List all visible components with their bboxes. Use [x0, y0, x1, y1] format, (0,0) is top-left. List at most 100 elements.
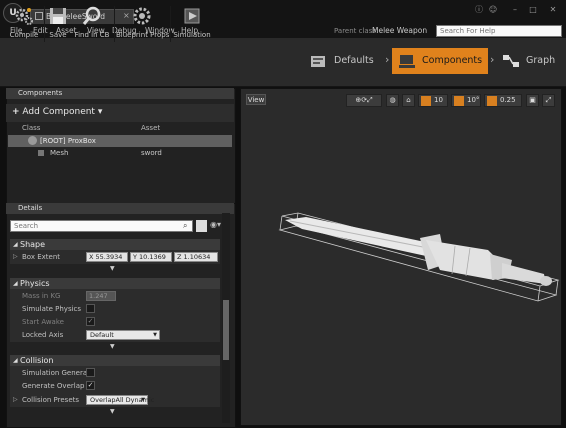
locked-axis-dropdown[interactable]: Default ▼: [86, 330, 160, 340]
component-row-root[interactable]: [ROOT] ProxBox: [8, 135, 232, 147]
search-magnifier-icon: ⌕: [183, 221, 188, 230]
compile-button[interactable]: Compile: [6, 4, 42, 44]
toolbar-divider: [44, 6, 45, 42]
simulation-label: Simulation: [173, 31, 211, 39]
box-extent-y-field[interactable]: Y 10.1369: [130, 252, 172, 262]
find-in-cb-button[interactable]: Find in CB: [72, 4, 112, 44]
prop-generate-overlap: Generate Overlap E ✓: [10, 379, 220, 393]
mass-field: 1.247: [86, 291, 116, 301]
simulate-physics-label: Simulate Physics: [22, 305, 82, 313]
category-shape[interactable]: ◢ Shape: [10, 239, 220, 250]
expand-triangle-icon[interactable]: ▷: [13, 253, 18, 260]
simulation-button[interactable]: Simulation: [172, 4, 212, 44]
advanced-expander-icon[interactable]: ▼: [110, 343, 115, 350]
root-component-label: [ROOT] ProxBox: [40, 137, 96, 145]
details-tab-label: Details: [18, 204, 43, 212]
compile-gears-icon: [15, 8, 33, 25]
add-component-button[interactable]: + Add Component ▾: [6, 104, 234, 122]
dropdown-arrow-icon: ▼: [141, 397, 145, 403]
component-row-mesh[interactable]: Mesh sword: [8, 148, 232, 159]
minimize-icon[interactable]: –: [510, 5, 520, 15]
components-tab-label: Components: [18, 89, 63, 97]
dropdown-arrow-icon: ▼: [153, 332, 157, 338]
mesh-asset-label: sword: [141, 149, 162, 157]
simulation-icon: [184, 8, 200, 24]
magnifier-icon: [82, 6, 101, 25]
mode-defaults[interactable]: Defaults: [304, 48, 384, 74]
collision-presets-dropdown[interactable]: OverlapAll Dynamic ▼: [86, 395, 154, 405]
collapse-triangle-icon: ◢: [13, 241, 18, 248]
parent-class-link[interactable]: Melee Weapon: [372, 26, 427, 35]
details-scrollbar-thumb[interactable]: [223, 300, 229, 360]
mesh-component-icon: [38, 150, 44, 156]
prop-sim-generates-hit: Simulation Generat: [10, 366, 220, 380]
col-header-asset: Asset: [141, 124, 161, 132]
collision-presets-label: Collision Presets: [22, 396, 80, 404]
box-extent-z-field[interactable]: Z 1.10634: [174, 252, 218, 262]
find-in-cb-label: Find in CB: [74, 31, 110, 39]
prop-simulate-physics: Simulate Physics: [10, 302, 220, 316]
graph-icon: [503, 55, 519, 67]
start-awake-checkbox: ✓: [86, 317, 95, 326]
details-panel-tab[interactable]: Details: [6, 203, 234, 214]
advanced-expander-icon[interactable]: ▼: [110, 408, 115, 415]
blueprint-props-button[interactable]: Blueprint Props: [116, 4, 170, 44]
components-icon: [399, 55, 415, 68]
sim-generates-hit-checkbox[interactable]: [86, 368, 95, 377]
blueprint-props-label: Blueprint Props: [116, 31, 170, 39]
sword-guard: [420, 234, 512, 280]
blueprint-gear-icon: [133, 7, 151, 25]
info-icon[interactable]: ⓘ: [474, 5, 484, 15]
property-matrix-icon[interactable]: [196, 220, 207, 232]
compile-label: Compile: [9, 31, 39, 39]
mode-components-label: Components: [422, 55, 483, 66]
help-search-input[interactable]: [436, 25, 562, 37]
prop-start-awake: Start Awake ✓: [10, 315, 220, 329]
mode-defaults-label: Defaults: [334, 55, 374, 66]
prop-locked-axis: Locked Axis Default ▼: [10, 328, 220, 342]
save-disk-icon: [50, 8, 66, 24]
root-component-icon: [28, 136, 37, 145]
close-window-icon[interactable]: ✕: [548, 5, 558, 15]
locked-axis-value: Default: [90, 331, 114, 339]
defaults-icon: [311, 56, 325, 67]
mass-label: Mass in KG: [22, 292, 61, 300]
breadcrumb-chevron-icon: ›: [385, 53, 390, 66]
mode-components[interactable]: Components: [392, 48, 488, 74]
details-search-input[interactable]: [10, 220, 193, 232]
save-button[interactable]: Save: [46, 4, 70, 44]
sword-mesh-preview: [278, 212, 560, 302]
category-collision-title: Collision: [20, 356, 54, 365]
prop-collision-presets: ▷ Collision Presets OverlapAll Dynamic ▼: [10, 393, 220, 407]
components-panel-tab[interactable]: Components: [6, 88, 234, 99]
box-extent-label: Box Extent: [22, 253, 61, 261]
prop-mass: Mass in KG 1.247: [10, 289, 220, 303]
advanced-expander-icon[interactable]: ▼: [110, 265, 115, 272]
col-header-class: Class: [22, 124, 41, 132]
mode-graph[interactable]: Graph: [496, 48, 562, 74]
collapse-triangle-icon: ◢: [13, 357, 18, 364]
maximize-icon[interactable]: □: [528, 5, 538, 15]
category-physics[interactable]: ◢ Physics: [10, 278, 220, 289]
collapse-triangle-icon: ◢: [13, 280, 18, 287]
breadcrumb-chevron-icon: ›: [490, 53, 495, 66]
locked-axis-label: Locked Axis: [22, 331, 64, 339]
expand-triangle-icon[interactable]: ▷: [13, 396, 18, 403]
sword-blade: [285, 217, 430, 256]
add-component-label: Add Component: [22, 107, 95, 117]
simulate-physics-checkbox[interactable]: [86, 304, 95, 313]
generate-overlap-checkbox[interactable]: ✓: [86, 381, 95, 390]
prop-box-extent: ▷ Box Extent X 55.3934 Y 10.1369 Z 1.106…: [10, 250, 220, 264]
save-label: Save: [49, 31, 67, 39]
toolbar-divider: [114, 6, 115, 42]
feedback-icon[interactable]: ☺: [488, 5, 498, 15]
category-collision[interactable]: ◢ Collision: [10, 355, 220, 366]
generate-overlap-label: Generate Overlap E: [22, 382, 92, 390]
mesh-component-label: Mesh: [50, 149, 69, 157]
category-shape-title: Shape: [20, 240, 46, 249]
sim-generates-hit-label: Simulation Generat: [22, 369, 90, 377]
toolbar-divider: [170, 6, 171, 42]
box-extent-x-field[interactable]: X 55.3934: [86, 252, 128, 262]
category-physics-title: Physics: [20, 279, 50, 288]
mode-graph-label: Graph: [526, 55, 556, 66]
